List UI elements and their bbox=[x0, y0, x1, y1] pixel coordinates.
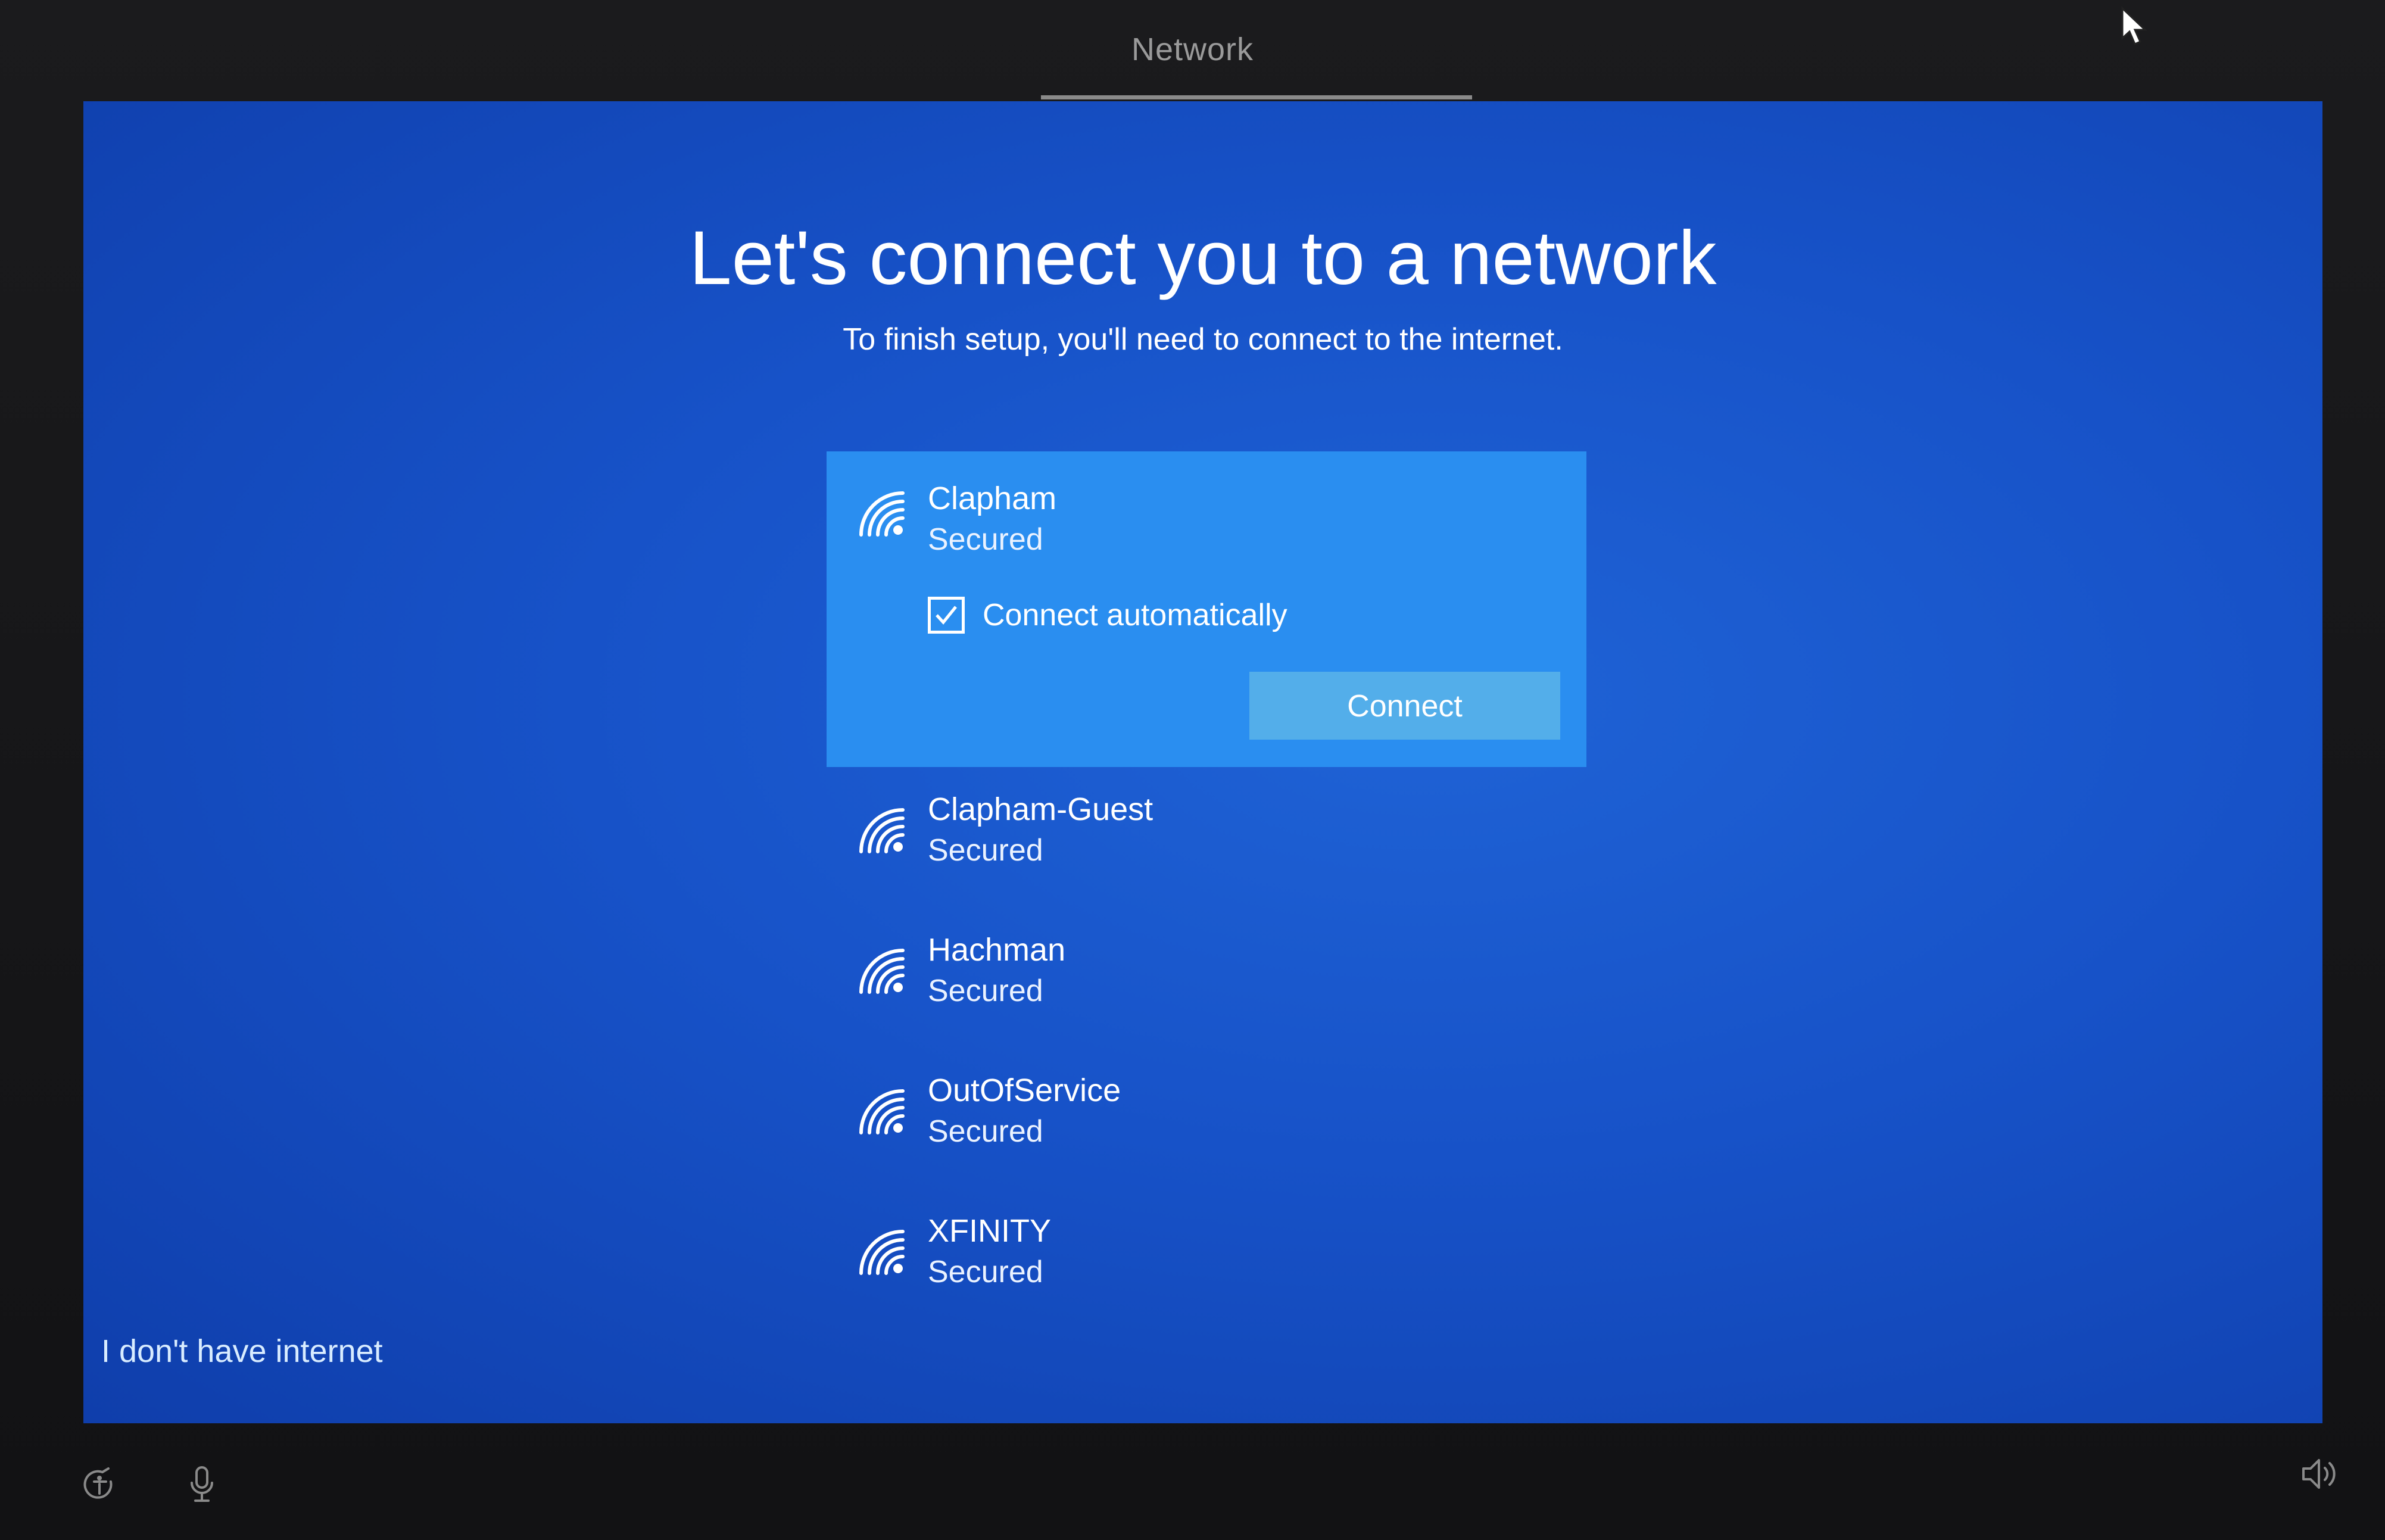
network-list: Clapham Secured Connect automatically Co… bbox=[827, 451, 1586, 1380]
network-name: Clapham-Guest bbox=[928, 791, 1153, 827]
setup-screen: Let's connect you to a network To finish… bbox=[83, 101, 2322, 1423]
volume-icon[interactable] bbox=[2297, 1453, 2339, 1495]
window-title: Network bbox=[1131, 32, 1254, 67]
wifi-icon bbox=[859, 808, 905, 853]
network-item[interactable]: Hachman Secured bbox=[827, 908, 1586, 1048]
connect-button[interactable]: Connect bbox=[1249, 672, 1560, 740]
checkmark-icon bbox=[936, 606, 957, 625]
mouse-pointer-icon bbox=[2121, 6, 2147, 45]
page-title: Let's connect you to a network bbox=[689, 216, 1717, 301]
network-status: Secured bbox=[928, 974, 1043, 1008]
network-status: Secured bbox=[928, 833, 1043, 868]
connect-automatically-row[interactable]: Connect automatically bbox=[928, 593, 1287, 637]
network-name: OutOfService bbox=[928, 1073, 1121, 1108]
title-underline bbox=[1041, 95, 1472, 99]
network-name: Clapham bbox=[928, 481, 1057, 516]
wifi-icon bbox=[859, 491, 905, 537]
wifi-icon bbox=[859, 1089, 905, 1134]
connect-automatically-checkbox[interactable] bbox=[928, 597, 965, 634]
title-bar: Network bbox=[0, 0, 2385, 101]
network-item-selected[interactable]: Clapham Secured Connect automatically Co… bbox=[827, 451, 1586, 767]
network-item[interactable]: OutOfService Secured bbox=[827, 1048, 1586, 1189]
no-internet-link[interactable]: I don't have internet bbox=[101, 1333, 383, 1370]
wifi-icon bbox=[859, 949, 905, 994]
network-status: Secured bbox=[928, 1255, 1043, 1289]
network-name: XFINITY bbox=[928, 1213, 1052, 1249]
ease-of-access-icon[interactable] bbox=[79, 1464, 120, 1505]
bottom-toolbar bbox=[0, 1429, 2385, 1540]
network-item[interactable]: XFINITY Secured bbox=[827, 1189, 1586, 1329]
page-subtitle: To finish setup, you'll need to connect … bbox=[843, 322, 1563, 357]
microphone-icon[interactable] bbox=[182, 1464, 224, 1505]
network-status: Secured bbox=[928, 522, 1043, 557]
network-status: Secured bbox=[928, 1114, 1043, 1149]
network-name: Hachman bbox=[928, 932, 1066, 968]
wifi-icon bbox=[859, 1230, 905, 1275]
connect-automatically-label: Connect automatically bbox=[983, 598, 1287, 632]
device-frame: Network Let's connect you to a network T… bbox=[0, 0, 2385, 1540]
network-item[interactable]: Clapham-Guest Secured bbox=[827, 767, 1586, 908]
